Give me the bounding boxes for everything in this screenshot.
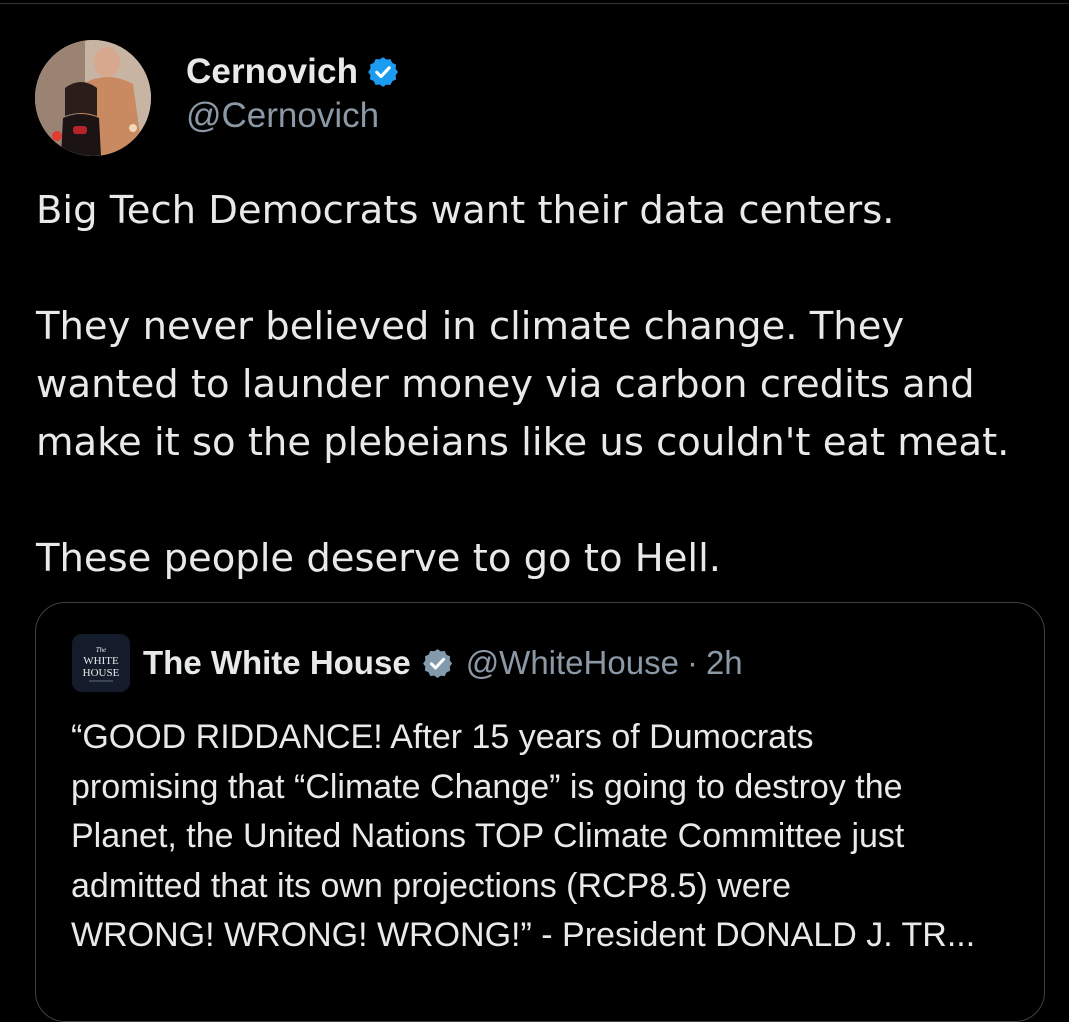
quoted-author-handle[interactable]: @WhiteHouse bbox=[466, 644, 679, 682]
quoted-text-line: WRONG! WRONG! WRONG!” - President DONALD… bbox=[71, 916, 976, 954]
gray-government-verified-badge-icon[interactable] bbox=[421, 647, 454, 680]
author-avatar[interactable] bbox=[35, 40, 151, 156]
quoted-author-display-name[interactable]: The White House bbox=[143, 644, 411, 682]
quoted-text-line: admitted that its own projections (RCP8.… bbox=[71, 866, 791, 905]
author-display-name[interactable]: Cernovich bbox=[186, 52, 358, 92]
quoted-tweet-text: “GOOD RIDDANCE! After 15 years of Dumocr… bbox=[71, 713, 1021, 961]
svg-text:The: The bbox=[96, 646, 107, 654]
tweet[interactable]: Cernovich @Cernovich Big Tech Democrats … bbox=[0, 0, 1069, 1022]
quoted-tweet-header: The White House @WhiteHouse · 2h bbox=[143, 641, 743, 685]
tweet-text-line: These people deserve to go to Hell. bbox=[36, 536, 722, 581]
quoted-text-line: promising that “Climate Change” is going… bbox=[71, 767, 903, 806]
tweet-text-line: make it so the plebeians like us couldn'… bbox=[36, 420, 1010, 465]
white-house-logo-avatar[interactable]: The WHITE HOUSE bbox=[72, 634, 130, 692]
white-house-logo-icon: The WHITE HOUSE bbox=[72, 634, 130, 692]
blue-verified-badge-icon[interactable] bbox=[366, 55, 400, 89]
author-handle[interactable]: @Cernovich bbox=[186, 96, 379, 136]
separator-dot: · bbox=[686, 644, 698, 681]
svg-text:WHITE: WHITE bbox=[83, 655, 119, 667]
avatar-photo bbox=[35, 40, 151, 156]
tweet-text: Big Tech Democrats want their data cente… bbox=[36, 182, 1056, 588]
svg-text:HOUSE: HOUSE bbox=[83, 667, 120, 679]
tweet-text-line: Big Tech Democrats want their data cente… bbox=[36, 188, 895, 233]
tweet-text-line: wanted to launder money via carbon credi… bbox=[36, 362, 975, 407]
quoted-text-line: “GOOD RIDDANCE! After 15 years of Dumocr… bbox=[71, 718, 814, 756]
quoted-tweet-card[interactable]: The WHITE HOUSE The White House @WhiteHo… bbox=[35, 602, 1045, 1022]
quoted-tweet-timestamp[interactable]: 2h bbox=[706, 644, 743, 682]
quoted-text-line: Planet, the United Nations TOP Climate C… bbox=[71, 817, 905, 855]
author-name-row[interactable]: Cernovich bbox=[186, 52, 400, 92]
tweet-text-line: They never believed in climate change. T… bbox=[36, 304, 905, 349]
